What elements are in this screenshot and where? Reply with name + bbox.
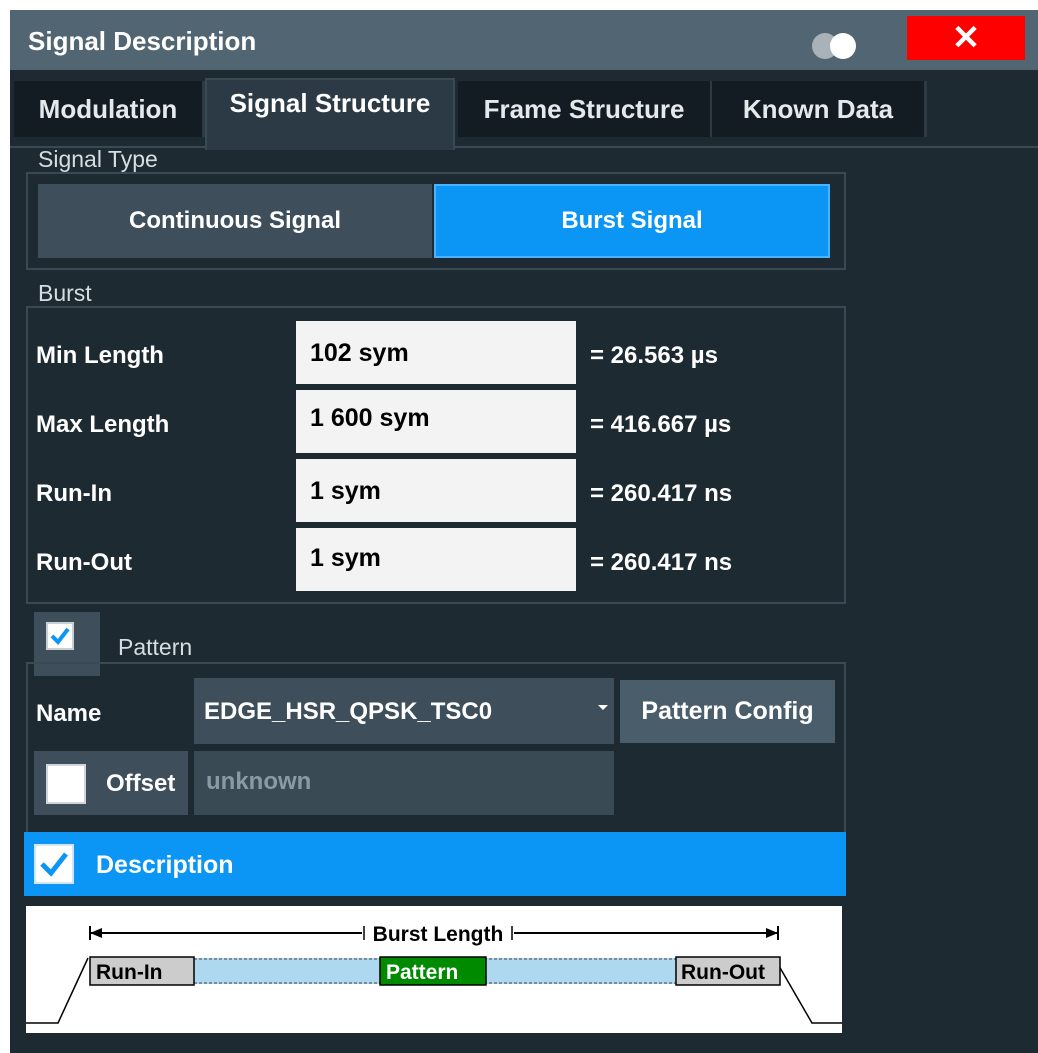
- run-out-duration: = 260.417 ns: [590, 549, 733, 576]
- description-toggle[interactable]: Description: [24, 832, 846, 896]
- run-out-label: Run-Out: [36, 549, 132, 576]
- burst-length-left-arrowhead: [90, 928, 102, 938]
- signal-description-dialog: Signal Description ✕ Modulation Signal S…: [10, 10, 1038, 1053]
- pattern-block-label: Pattern: [386, 961, 458, 984]
- tab-known-data-label: Known Data: [742, 93, 894, 124]
- run-in-field[interactable]: 1 sym: [296, 459, 576, 522]
- close-icon: ✕: [951, 19, 981, 57]
- burst-diagram: Burst Length Run-In Pattern Run-Out: [26, 906, 842, 1033]
- ramp-down-line: [778, 965, 842, 1024]
- offset-checkbox-box: [46, 764, 86, 804]
- pattern-label: Pattern: [118, 634, 193, 660]
- pattern-config-label: Pattern Config: [641, 697, 814, 725]
- run-in-duration: = 260.417 ns: [590, 480, 733, 507]
- min-length-label: Min Length: [36, 342, 164, 369]
- pattern-config-button[interactable]: Pattern Config: [620, 680, 835, 743]
- checkmark-icon: [46, 622, 74, 650]
- transparency-toggle-icon[interactable]: [810, 31, 862, 61]
- tab-frame-structure[interactable]: Frame Structure: [458, 81, 713, 137]
- max-length-label: Max Length: [36, 411, 170, 438]
- offset-checkbox[interactable]: Offset: [34, 751, 188, 815]
- continuous-signal-label: Continuous Signal: [129, 207, 341, 234]
- burst-length-right-arrowhead: [766, 928, 778, 938]
- burst-signal-label: Burst Signal: [561, 207, 703, 234]
- description-label: Description: [96, 851, 234, 879]
- min-length-field[interactable]: 102 sym: [296, 321, 576, 384]
- burst-diagram-svg: Burst Length Run-In Pattern Run-Out: [26, 920, 842, 1024]
- burst-signal-button[interactable]: Burst Signal: [434, 184, 830, 258]
- continuous-signal-button[interactable]: Continuous Signal: [38, 184, 432, 258]
- run-out-field[interactable]: 1 sym: [296, 528, 576, 591]
- pattern-name-dropdown[interactable]: EDGE_HSR_QPSK_TSC0: [194, 678, 614, 744]
- run-out-block-label: Run-Out: [681, 961, 765, 984]
- min-length-duration: = 26.563 µs: [590, 342, 718, 369]
- tab-strip: Modulation Signal Structure Frame Struct…: [10, 72, 1038, 150]
- tab-signal-structure[interactable]: Signal Structure: [205, 78, 455, 150]
- run-in-label: Run-In: [36, 480, 112, 507]
- tab-frame-structure-label: Frame Structure: [483, 93, 685, 124]
- offset-value-field: unknown: [194, 751, 614, 815]
- checkmark-icon: [34, 844, 74, 884]
- ramp-up-line: [26, 957, 89, 1024]
- max-length-field[interactable]: 1 600 sym: [296, 390, 576, 453]
- burst-length-label: Burst Length: [373, 923, 504, 946]
- offset-label: Offset: [106, 770, 176, 797]
- close-button[interactable]: ✕: [907, 16, 1025, 60]
- tab-known-data[interactable]: Known Data: [712, 81, 927, 137]
- signal-type-label: Signal Type: [38, 146, 158, 172]
- pattern-name-value: EDGE_HSR_QPSK_TSC0: [204, 698, 493, 725]
- run-in-block-label: Run-In: [96, 961, 162, 984]
- dialog-title: Signal Description: [28, 26, 257, 56]
- tab-modulation[interactable]: Modulation: [14, 81, 205, 137]
- tab-signal-structure-label: Signal Structure: [229, 88, 431, 118]
- max-length-duration: = 416.667 µs: [590, 411, 732, 438]
- chevron-down-icon: [598, 705, 608, 710]
- burst-section-label: Burst: [38, 280, 92, 306]
- title-bar[interactable]: Signal Description ✕: [10, 10, 1038, 70]
- signal-type-group: Continuous Signal Burst Signal: [26, 172, 846, 270]
- tab-modulation-label: Modulation: [38, 93, 178, 124]
- pattern-name-label: Name: [36, 700, 102, 727]
